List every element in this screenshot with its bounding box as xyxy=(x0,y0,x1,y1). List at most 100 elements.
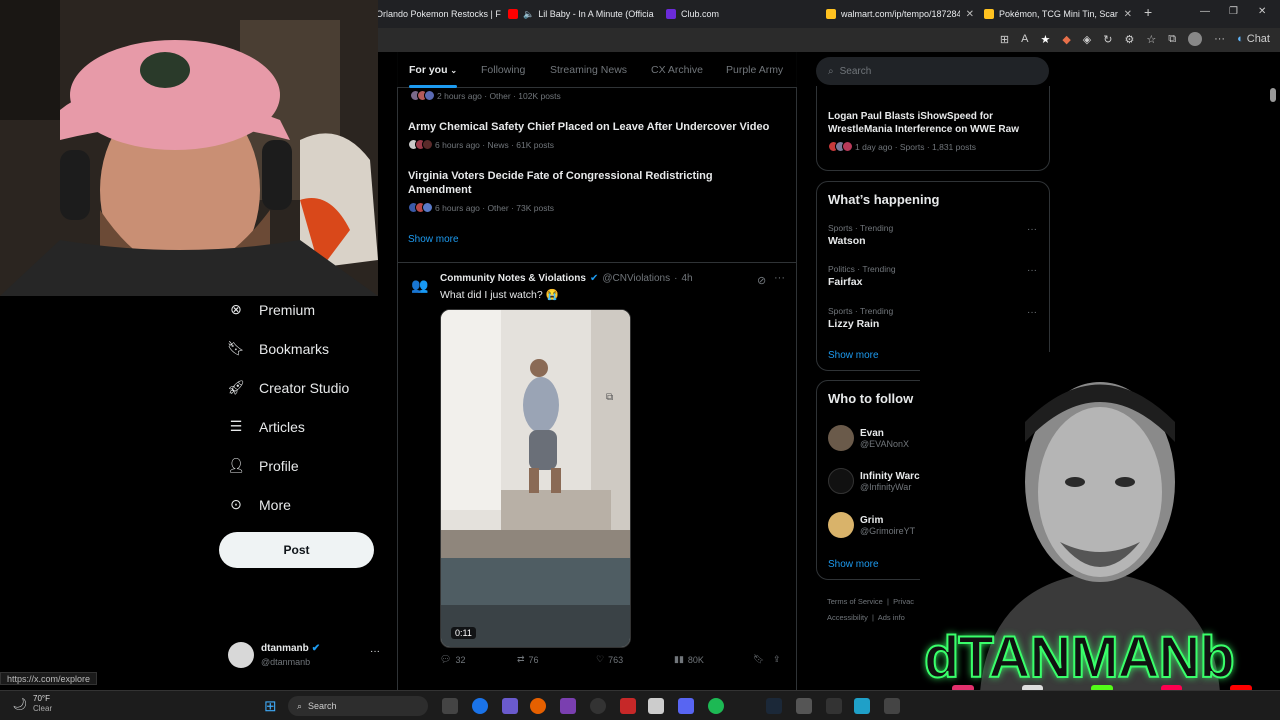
tweet-time[interactable]: 4h xyxy=(681,273,692,284)
browser-tab[interactable]: Pokémon, TCG Mini Tin, Scarlet & ✕ xyxy=(984,0,1132,28)
collections-icon[interactable]: ⧉ xyxy=(1168,33,1176,46)
scrollbar-thumb[interactable] xyxy=(1270,88,1276,102)
app-icon[interactable] xyxy=(620,698,636,714)
firefox-icon[interactable] xyxy=(530,698,546,714)
browser-tab[interactable]: 🔈 Lil Baby - In A Minute (Officia✕ xyxy=(508,0,658,28)
more-options-icon[interactable]: ··· xyxy=(1027,307,1037,318)
follow-suggestion[interactable]: Infinity Warc @InfinityWar xyxy=(828,468,920,494)
views-icon: ▮▮ xyxy=(674,654,684,664)
trend-item[interactable]: Politics · Trending Fairfax xyxy=(828,264,896,288)
sidebar-item-creator-studio[interactable]: 🚀︎ Creator Studio xyxy=(220,368,390,407)
trend-item[interactable]: Logan Paul Blasts iShowSpeed for Wrestle… xyxy=(828,110,1038,152)
profile-avatar[interactable] xyxy=(1188,32,1203,46)
more-options-icon[interactable]: ··· xyxy=(1027,224,1037,235)
new-tab-button[interactable]: + xyxy=(1144,4,1152,20)
post-button[interactable]: Post xyxy=(219,532,374,568)
trend-item[interactable]: Virginia Voters Decide Fate of Congressi… xyxy=(408,169,778,213)
views-button[interactable]: ▮▮ 80K xyxy=(674,654,704,665)
extension-icon[interactable]: ⚙ xyxy=(1124,33,1134,46)
like-button[interactable]: ♡ 763 xyxy=(596,654,623,665)
close-icon[interactable]: ✕ xyxy=(1124,9,1132,20)
app-icon[interactable] xyxy=(796,698,812,714)
trend-item[interactable]: Army Chemical Safety Chief Placed on Lea… xyxy=(408,120,788,150)
discord-icon[interactable] xyxy=(678,698,694,714)
reply-icon: 💬︎ xyxy=(440,654,452,664)
copilot-icon[interactable] xyxy=(502,698,518,714)
video-duration: 0:11 xyxy=(451,627,476,639)
pip-icon[interactable]: ⧉ xyxy=(606,392,613,403)
refresh-extension-icon[interactable]: ↻ xyxy=(1103,33,1112,46)
close-icon[interactable]: ✕ xyxy=(966,9,974,20)
favorite-star-icon[interactable]: ★ xyxy=(1040,33,1050,46)
trend-item[interactable]: Sports · Trending Lizzy Rain xyxy=(828,306,893,330)
restore-icon[interactable]: ❐ xyxy=(1229,6,1238,17)
more-options-icon[interactable]: ··· xyxy=(1027,265,1037,276)
heart-icon: ♡ xyxy=(596,654,605,664)
tab-streaming-news[interactable]: Streaming News xyxy=(550,64,627,76)
sidebar-item-profile[interactable]: 👤︎ Profile xyxy=(220,446,390,485)
show-more-link[interactable]: Show more xyxy=(828,350,879,361)
steam-icon[interactable] xyxy=(766,698,782,714)
edge-icon[interactable] xyxy=(472,698,488,714)
search-input[interactable]: ⌕ Search xyxy=(816,57,1049,85)
tweet-author[interactable]: Community Notes & Violations xyxy=(440,273,586,284)
windows-taskbar: 🌙︎ 70°F Clear ⊞ ⌕ Search xyxy=(0,690,1280,720)
walmart-favicon-icon xyxy=(826,9,836,19)
tab-for-you[interactable]: For you ⌄ xyxy=(409,64,457,76)
app-icon[interactable] xyxy=(560,698,576,714)
tab-following[interactable]: Following xyxy=(481,64,525,76)
footer-link[interactable]: Terms of Service xyxy=(827,597,883,606)
account-switcher[interactable]: dtanmanb ✔ @dtanmanb ··· xyxy=(228,640,388,670)
more-circle-icon: ⊙ xyxy=(230,496,242,512)
menu-icon[interactable]: ··· xyxy=(1214,33,1225,45)
repost-button[interactable]: ⇄ 76 xyxy=(517,654,539,665)
trend-item[interactable]: Sports · Trending Watson xyxy=(828,223,893,247)
read-aloud-icon[interactable]: A xyxy=(1021,33,1028,45)
tweet-video[interactable]: 0:11 ⧉ xyxy=(440,309,631,648)
grok-icon[interactable]: ⊘ xyxy=(757,274,766,287)
avatar xyxy=(228,642,254,668)
close-window-icon[interactable]: ✕ xyxy=(1258,6,1266,17)
tweet-handle[interactable]: @CNViolations xyxy=(602,273,670,284)
follow-suggestion[interactable]: Grim @GrimoireYT xyxy=(828,512,915,538)
minimize-icon[interactable]: — xyxy=(1200,6,1210,17)
sidebar-item-bookmarks[interactable]: 🔖︎ Bookmarks xyxy=(220,329,390,368)
more-options-icon[interactable]: ··· xyxy=(774,272,785,284)
favorites-icon[interactable]: ☆ xyxy=(1146,33,1156,46)
sidebar-item-articles[interactable]: ☰ Articles xyxy=(220,407,390,446)
footer-link[interactable]: Privac xyxy=(893,597,914,606)
browser-tab[interactable]: walmart.com/ip/tempo/18728422 ✕ xyxy=(826,0,974,28)
extension-icon[interactable]: ◈ xyxy=(1083,33,1091,46)
extension-icon[interactable]: ◆ xyxy=(1062,33,1070,46)
spotify-icon[interactable] xyxy=(708,698,724,714)
tab-purple-army[interactable]: Purple Army xyxy=(726,64,783,76)
weather-widget[interactable]: 70°F Clear xyxy=(33,694,52,714)
app-icon[interactable] xyxy=(884,698,900,714)
streamer-avatar-overlay: dTANMANb xyxy=(920,352,1280,692)
tab-cx-archive[interactable]: CX Archive xyxy=(651,64,703,76)
footer-link[interactable]: Ads info xyxy=(878,613,905,622)
taskbar-search[interactable]: ⌕ Search xyxy=(288,696,428,716)
windows-start-icon[interactable]: ⊞ xyxy=(264,697,277,715)
trend-title: Logan Paul Blasts iShowSpeed for Wrestle… xyxy=(828,111,1019,135)
task-view-icon[interactable] xyxy=(442,698,458,714)
bookmark-button[interactable]: 🔖︎ xyxy=(753,654,764,665)
show-more-link[interactable]: Show more xyxy=(408,234,459,245)
browser-tab[interactable]: Orlando Pokemon Restocks | F✕ xyxy=(376,0,506,28)
walmart-favicon-icon xyxy=(984,9,994,19)
share-button[interactable]: ⇪ xyxy=(773,654,781,665)
more-options-icon[interactable]: ··· xyxy=(370,646,380,657)
music-icon[interactable] xyxy=(648,698,664,714)
copilot-chat-button[interactable]: ◐ Chat xyxy=(1237,33,1270,45)
browser-tab-active[interactable]: Club.com✕ xyxy=(666,0,816,28)
footer-link[interactable]: Accessibility xyxy=(827,613,868,622)
app-icon[interactable] xyxy=(826,698,842,714)
sidebar-item-more[interactable]: ⊙ More xyxy=(220,485,390,524)
follow-suggestion[interactable]: Evan @EVANonX xyxy=(828,425,909,451)
show-more-link[interactable]: Show more xyxy=(828,559,879,570)
app-icon[interactable] xyxy=(854,698,870,714)
reply-button[interactable]: 💬︎ 32 xyxy=(440,654,465,665)
obs-icon[interactable] xyxy=(590,698,606,714)
apps-icon[interactable]: ⊞ xyxy=(1000,33,1009,46)
speaker-icon[interactable]: 🔈 xyxy=(523,9,534,20)
